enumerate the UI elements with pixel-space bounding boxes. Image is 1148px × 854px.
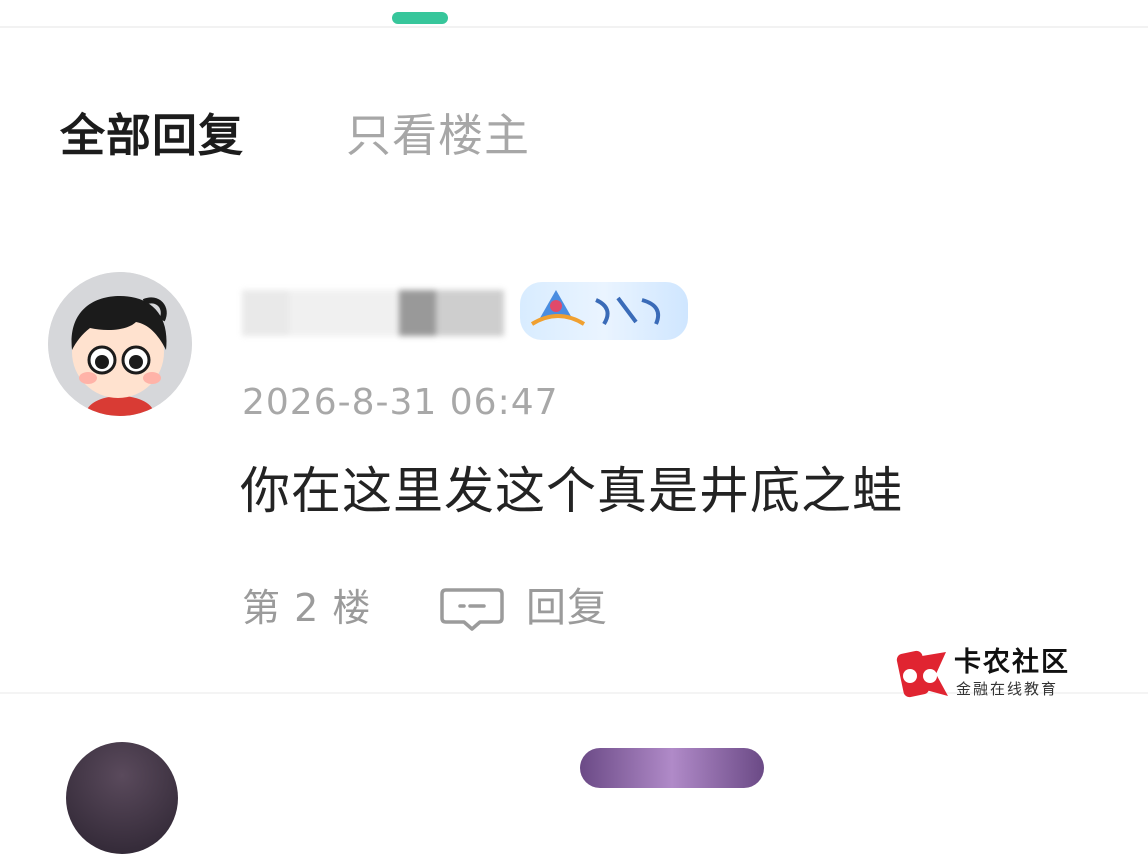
tab-op-only[interactable]: 只看楼主 — [346, 108, 530, 164]
kanong-logo-icon — [896, 650, 948, 698]
level-badge-icon — [518, 278, 690, 344]
next-user-avatar[interactable] — [66, 742, 178, 854]
post-timestamp: 2026-8-31 06:47 — [242, 382, 559, 423]
comment-bubble-icon[interactable] — [440, 586, 504, 632]
watermark-title: 卡农社区 — [954, 647, 1070, 678]
drag-handle-indicator[interactable] — [392, 12, 448, 24]
watermark-subtitle: 金融在线教育 — [956, 680, 1059, 698]
tab-all-replies[interactable]: 全部回复 — [60, 108, 244, 164]
floor-number: 第 2 楼 — [242, 586, 372, 630]
next-level-badge-icon — [580, 748, 764, 788]
user-avatar[interactable] — [48, 272, 192, 416]
reply-button[interactable]: 回复 — [526, 584, 608, 632]
cartoon-boy-avatar-icon — [48, 272, 192, 416]
comment-text: 你在这里发这个真是井底之蛙 — [240, 462, 903, 520]
username-redacted — [242, 290, 504, 336]
header-divider — [0, 26, 1148, 28]
